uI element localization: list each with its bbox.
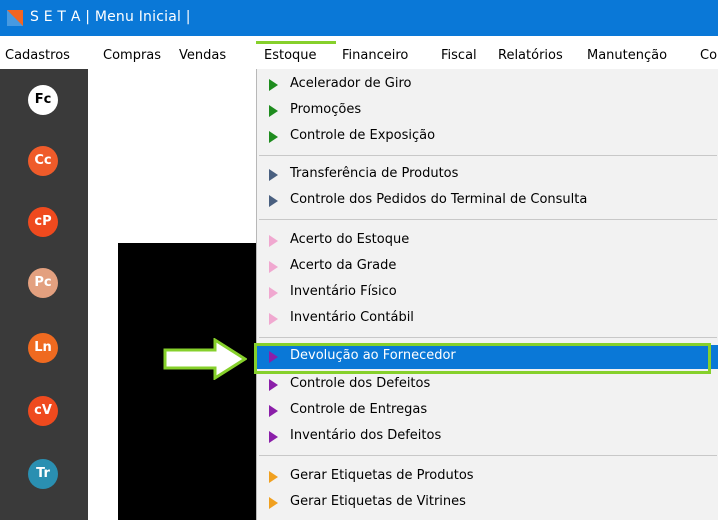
menu-item-label: Inventário Físico	[290, 284, 397, 299]
menu-item-promocoes[interactable]: Promoções	[257, 99, 718, 123]
menu-estoque[interactable]: Estoque	[264, 47, 317, 65]
arrow-right-icon	[269, 261, 278, 273]
menu-item-label: Controle de Exposição	[290, 128, 436, 143]
menu-financeiro[interactable]: Financeiro	[342, 47, 408, 65]
arrow-right-icon	[269, 235, 278, 247]
menu-item-gerar-etiquetas-de-vitrines[interactable]: Gerar Etiquetas de Vitrines	[257, 491, 718, 515]
estoque-dropdown-menu: Acelerador de Giro Promoções Controle de…	[256, 69, 718, 520]
menu-item-controle-dos-pedidos[interactable]: Controle dos Pedidos do Terminal de Cons…	[257, 189, 718, 213]
menu-relatorios[interactable]: Relatórios	[498, 47, 563, 65]
arrow-right-icon	[269, 351, 278, 363]
arrow-right-icon	[269, 79, 278, 91]
arrow-right-icon	[269, 313, 278, 325]
menu-item-label: Inventário Contábil	[290, 310, 414, 325]
menu-item-label: Devolução ao Fornecedor	[290, 348, 456, 363]
title-bar: S E T A | Menu Inicial |	[0, 0, 718, 36]
menu-item-label: Transferência de Produtos	[290, 166, 459, 181]
menu-item-gerar-etiquetas-de-produtos[interactable]: Gerar Etiquetas de Produtos	[257, 465, 718, 489]
menu-item-label: Controle dos Defeitos	[290, 376, 431, 391]
menu-fiscal[interactable]: Fiscal	[441, 47, 477, 65]
sidebar-button-tr[interactable]: Tr	[28, 459, 58, 489]
arrow-right-icon	[269, 287, 278, 299]
menu-co[interactable]: Co	[700, 47, 717, 65]
menu-item-label: Controle de Entregas	[290, 402, 428, 417]
sidebar: Fc Cc cP Pc Ln cV Tr	[0, 69, 88, 520]
menu-item-transferencia-de-produtos[interactable]: Transferência de Produtos	[257, 163, 718, 187]
menu-separator	[259, 155, 717, 156]
menu-item-label: Promoções	[290, 102, 362, 117]
sidebar-button-cc[interactable]: Cc	[28, 146, 58, 176]
arrow-right-icon	[269, 379, 278, 391]
menu-item-label: Acerto da Grade	[290, 258, 397, 273]
menu-vendas[interactable]: Vendas	[179, 47, 226, 65]
sidebar-button-cp[interactable]: cP	[28, 207, 58, 237]
arrow-right-icon	[269, 195, 278, 207]
menu-separator	[259, 455, 717, 456]
menu-item-label: Inventário dos Defeitos	[290, 428, 442, 443]
menu-item-acerto-do-estoque[interactable]: Acerto do Estoque	[257, 229, 718, 253]
window-title: S E T A | Menu Inicial |	[30, 9, 191, 25]
arrow-right-icon	[269, 497, 278, 509]
menu-item-controle-de-entregas[interactable]: Controle de Entregas	[257, 399, 718, 423]
menu-item-acerto-da-grade[interactable]: Acerto da Grade	[257, 255, 718, 279]
menu-item-inventario-dos-defeitos[interactable]: Inventário dos Defeitos	[257, 425, 718, 449]
menu-item-label: Gerar Etiquetas de Produtos	[290, 468, 474, 483]
menu-compras[interactable]: Compras	[103, 47, 161, 65]
sidebar-button-cv[interactable]: cV	[28, 396, 58, 426]
menu-item-controle-dos-defeitos[interactable]: Controle dos Defeitos	[257, 373, 718, 397]
menu-item-inventario-contabil[interactable]: Inventário Contábil	[257, 307, 718, 331]
arrow-right-icon	[269, 169, 278, 181]
menu-manutencao[interactable]: Manutenção	[587, 47, 667, 65]
sidebar-button-ln[interactable]: Ln	[28, 333, 58, 363]
menu-separator	[259, 219, 717, 220]
arrow-right-icon	[269, 405, 278, 417]
menu-bar: Cadastros Compras Vendas Estoque Finance…	[0, 44, 718, 68]
menu-item-devolucao-ao-fornecedor[interactable]: Devolução ao Fornecedor	[257, 345, 718, 369]
arrow-right-icon	[269, 471, 278, 483]
menu-item-acelerador-de-giro[interactable]: Acelerador de Giro	[257, 73, 718, 97]
pointer-arrow-icon	[163, 338, 247, 380]
menu-item-label: Gerar Etiquetas de Vitrines	[290, 494, 466, 509]
arrow-right-icon	[269, 131, 278, 143]
sidebar-button-pc[interactable]: Pc	[28, 268, 58, 298]
arrow-right-icon	[269, 431, 278, 443]
menu-item-inventario-fisico[interactable]: Inventário Físico	[257, 281, 718, 305]
sidebar-button-fc[interactable]: Fc	[28, 85, 58, 115]
menu-item-controle-de-exposicao[interactable]: Controle de Exposição	[257, 125, 718, 149]
menu-item-label: Acelerador de Giro	[290, 76, 412, 91]
arrow-right-icon	[269, 105, 278, 117]
menu-separator	[259, 337, 717, 338]
menu-item-label: Acerto do Estoque	[290, 232, 410, 247]
menu-item-label: Controle dos Pedidos do Terminal de Cons…	[290, 192, 588, 207]
app-logo-icon	[7, 10, 23, 26]
menu-cadastros[interactable]: Cadastros	[5, 47, 70, 65]
